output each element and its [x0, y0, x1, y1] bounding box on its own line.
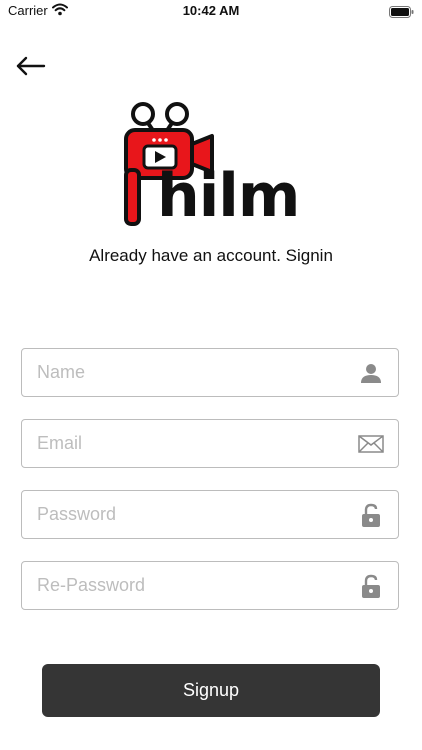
unlock-icon	[358, 573, 384, 599]
name-field[interactable]	[21, 348, 399, 397]
back-button[interactable]	[14, 52, 50, 80]
name-input[interactable]	[22, 349, 342, 396]
repassword-input[interactable]	[22, 562, 342, 609]
mail-icon	[358, 431, 384, 457]
repassword-field[interactable]	[21, 561, 399, 610]
password-field[interactable]	[21, 490, 399, 539]
arrow-left-icon	[14, 56, 50, 84]
battery-icon	[389, 5, 414, 23]
logo-text: hilm	[157, 161, 300, 231]
unlock-icon	[358, 502, 384, 528]
status-bar: Carrier 10:42 AM	[0, 0, 422, 24]
signup-button[interactable]: Signup	[42, 664, 380, 717]
email-input[interactable]	[22, 420, 342, 467]
signin-link[interactable]: Already have an account. Signin	[0, 246, 422, 266]
status-time: 10:42 AM	[182, 3, 240, 18]
user-icon	[358, 360, 384, 386]
email-field[interactable]	[21, 419, 399, 468]
password-input[interactable]	[22, 491, 342, 538]
